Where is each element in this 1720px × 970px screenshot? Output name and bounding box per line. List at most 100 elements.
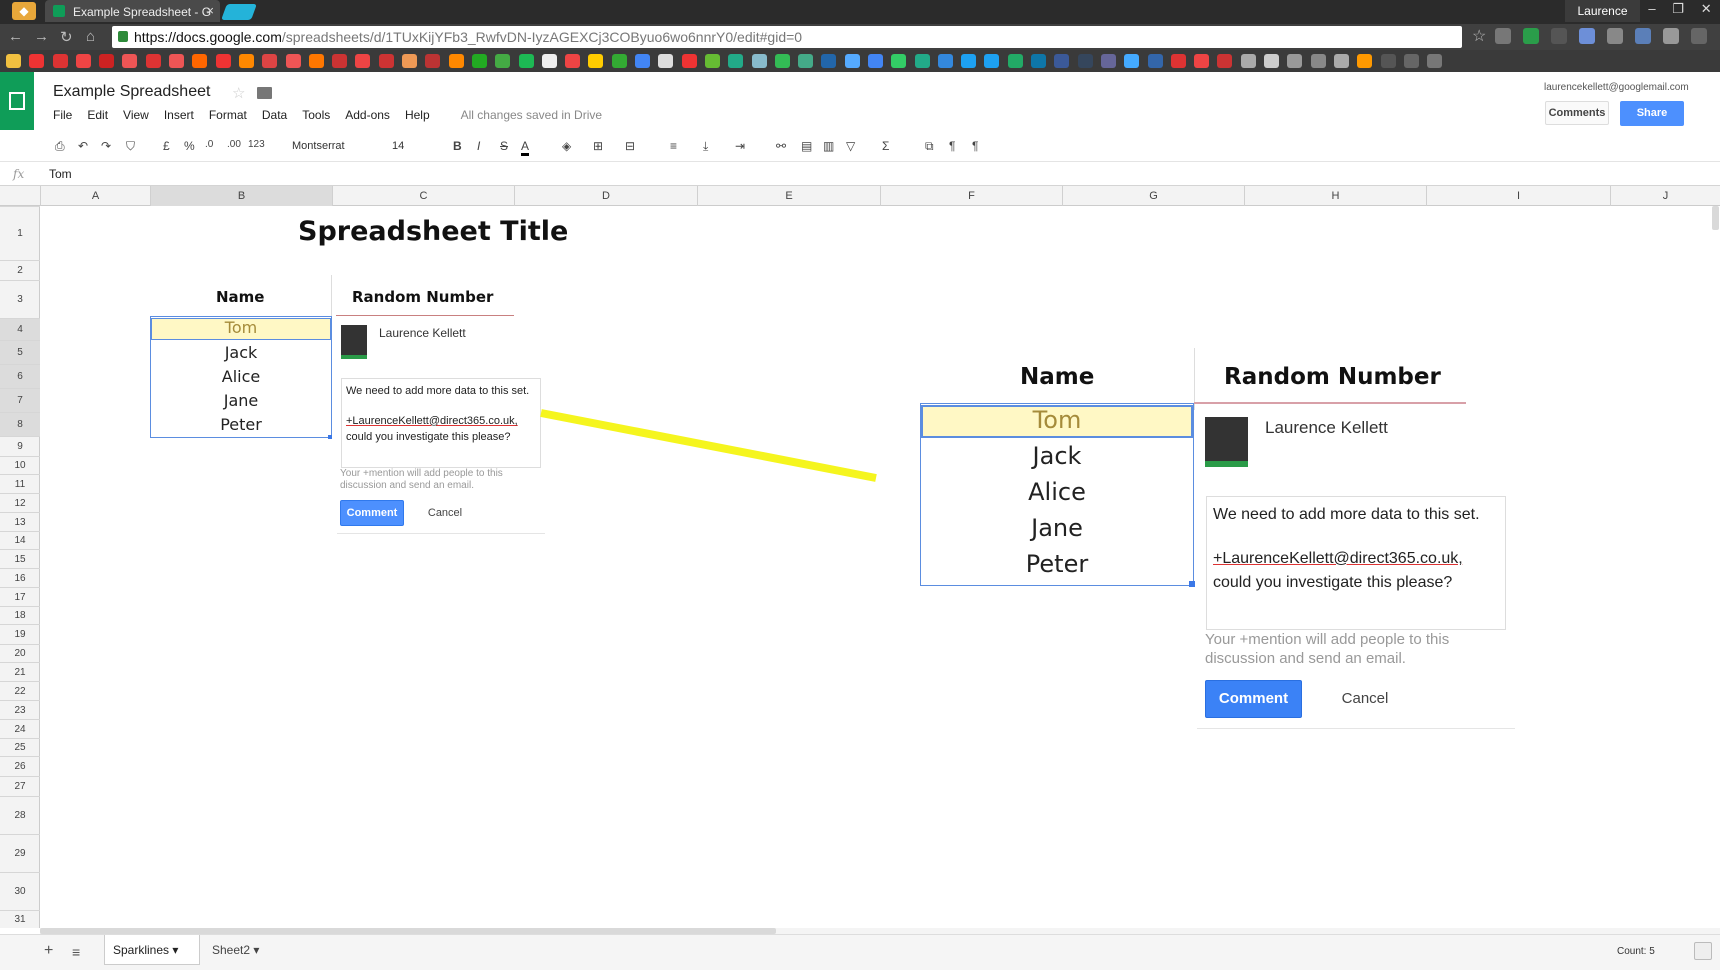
name-cell[interactable]: Jack	[150, 343, 332, 362]
bookmark-icon[interactable]	[122, 54, 138, 68]
close-tab-icon[interactable]: ×	[206, 3, 214, 18]
back-icon[interactable]: ←	[8, 28, 23, 45]
row-header-16[interactable]: 16	[0, 568, 40, 587]
name-cell[interactable]: Alice	[150, 367, 332, 386]
bookmark-icon[interactable]	[1147, 54, 1163, 68]
spreadsheet-title-cell[interactable]: Spreadsheet Title	[298, 216, 568, 247]
number-format-button[interactable]: 123	[248, 139, 265, 150]
redo-icon[interactable]: ↷	[101, 139, 111, 153]
filter-icon[interactable]: ▽	[846, 139, 855, 153]
bookmark-icon[interactable]	[774, 54, 790, 68]
column-header-g[interactable]: G	[1062, 186, 1244, 206]
name-cell[interactable]: Tom	[150, 318, 332, 337]
bookmark-icon[interactable]	[798, 54, 814, 68]
extension-icon[interactable]	[1607, 28, 1623, 44]
bookmark-icon[interactable]	[1380, 54, 1396, 68]
increase-decimal-button[interactable]: .00	[227, 139, 241, 150]
bookmark-icon[interactable]	[867, 54, 883, 68]
minimize-icon[interactable]: –	[1648, 1, 1655, 21]
text-wrap-icon[interactable]: ⇥	[735, 139, 745, 153]
bookmark-icon[interactable]	[681, 54, 697, 68]
font-select[interactable]: Montserrat	[292, 140, 345, 152]
row-header-23[interactable]: 23	[0, 700, 40, 719]
bookmark-icon[interactable]	[308, 54, 324, 68]
bookmark-icon[interactable]	[355, 54, 371, 68]
row-header-29[interactable]: 29	[0, 834, 40, 872]
bookmark-icon[interactable]	[1031, 54, 1047, 68]
bookmark-icon[interactable]	[1357, 54, 1373, 68]
bookmark-icon[interactable]	[1287, 54, 1303, 68]
align-icon[interactable]: ≡	[670, 139, 677, 153]
bookmark-icon[interactable]	[541, 54, 557, 68]
sheet-tab[interactable]: Sheet2 ▾	[212, 943, 259, 957]
bookmark-icon[interactable]	[961, 54, 977, 68]
restore-icon[interactable]: ❐	[1672, 1, 1684, 21]
row-header-4[interactable]: 4	[0, 318, 40, 340]
vertical-scroll-thumb[interactable]	[1712, 206, 1719, 230]
bookmark-icon[interactable]	[751, 54, 767, 68]
row-header-12[interactable]: 12	[0, 493, 40, 512]
bookmark-icon[interactable]	[1217, 54, 1233, 68]
row-header-6[interactable]: 6	[0, 364, 40, 388]
bookmark-icon[interactable]	[914, 54, 930, 68]
menu-insert[interactable]: Insert	[164, 108, 194, 122]
row-header-2[interactable]: 2	[0, 260, 40, 280]
bookmark-icon[interactable]	[215, 54, 231, 68]
save-status[interactable]: All changes saved in Drive	[461, 108, 602, 122]
bold-button[interactable]: B	[453, 139, 462, 153]
column-header-b[interactable]: B	[150, 186, 332, 206]
bookmark-icon[interactable]	[704, 54, 720, 68]
profile-name[interactable]: Laurence	[1565, 0, 1640, 22]
sheet-list-icon[interactable]: ≡	[72, 944, 80, 960]
ltr-icon[interactable]: ¶	[972, 139, 978, 153]
random-number-header-cell[interactable]: Random Number	[352, 288, 493, 306]
extension-icon[interactable]	[1635, 28, 1651, 44]
strikethrough-button[interactable]: S	[500, 139, 508, 153]
add-sheet-icon[interactable]: +	[44, 942, 53, 960]
row-header-3[interactable]: 3	[0, 280, 40, 318]
functions-button[interactable]: Σ	[882, 139, 889, 153]
column-header-i[interactable]: I	[1426, 186, 1610, 206]
menu-data[interactable]: Data	[262, 108, 287, 122]
currency-button[interactable]: £	[163, 139, 170, 153]
row-header-15[interactable]: 15	[0, 549, 40, 568]
bookmark-icon[interactable]	[169, 54, 185, 68]
row-header-27[interactable]: 27	[0, 776, 40, 796]
url-input[interactable]: https://docs.google.com/spreadsheets/d/1…	[112, 26, 1462, 48]
bookmark-icon[interactable]	[518, 54, 534, 68]
browser-tab[interactable]: Example Spreadsheet - G ×	[45, 0, 220, 22]
italic-button[interactable]: I	[477, 139, 480, 153]
bookmark-icon[interactable]	[262, 54, 278, 68]
decrease-decimal-button[interactable]: .0	[205, 139, 213, 150]
bookmark-icon[interactable]	[984, 54, 1000, 68]
bookmark-icon[interactable]	[1427, 54, 1443, 68]
bookmark-icon[interactable]	[1240, 54, 1256, 68]
paint-format-icon[interactable]: ⛉	[126, 139, 135, 154]
input-tools-icon[interactable]: ⧉	[925, 139, 934, 154]
bookmark-icon[interactable]	[1054, 54, 1070, 68]
vertical-align-icon[interactable]: ⤓	[703, 139, 708, 154]
column-header-d[interactable]: D	[514, 186, 697, 206]
menu-help[interactable]: Help	[405, 108, 430, 122]
reload-icon[interactable]: ↻	[60, 28, 73, 46]
row-header-30[interactable]: 30	[0, 872, 40, 910]
bookmark-icon[interactable]	[1077, 54, 1093, 68]
bookmark-icon[interactable]	[238, 54, 254, 68]
bookmark-icon[interactable]	[658, 54, 674, 68]
column-header-c[interactable]: C	[332, 186, 514, 206]
bookmark-icon[interactable]	[448, 54, 464, 68]
row-header-21[interactable]: 21	[0, 662, 40, 681]
comments-button[interactable]: Comments	[1545, 101, 1609, 125]
document-title[interactable]: Example Spreadsheet	[53, 83, 210, 101]
bookmark-icon[interactable]	[1124, 54, 1140, 68]
row-header-25[interactable]: 25	[0, 738, 40, 756]
bookmark-icon[interactable]	[285, 54, 301, 68]
comment-textarea[interactable]: We need to add more data to this set. +L…	[341, 378, 541, 468]
bookmark-icon[interactable]	[937, 54, 953, 68]
menu-file[interactable]: File	[53, 108, 72, 122]
row-header-8[interactable]: 8	[0, 412, 40, 436]
column-header-e[interactable]: E	[697, 186, 880, 206]
bookmark-icon[interactable]	[332, 54, 348, 68]
sheet-tab-active[interactable]: Sparklines ▾	[104, 935, 200, 965]
bookmark-icon[interactable]	[588, 54, 604, 68]
